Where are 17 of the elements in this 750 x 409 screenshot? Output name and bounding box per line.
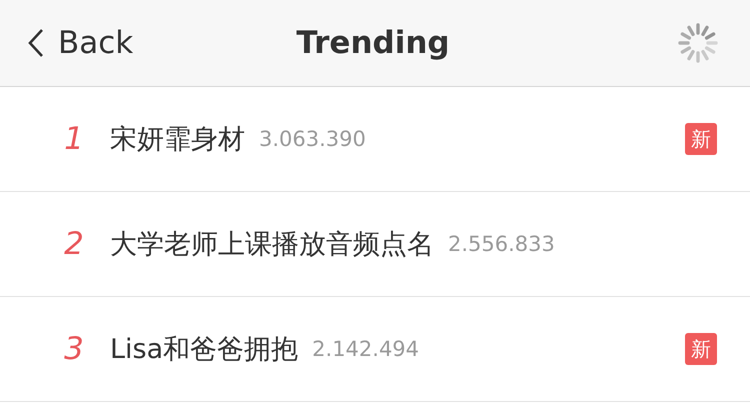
topic-title: Lisa和爸爸拥抱 [110,333,298,367]
back-button[interactable]: Back [28,25,134,61]
rank-number: 3 [63,331,85,367]
view-count: 3.063.390 [259,127,366,151]
topic-title: 大学老师上课播放音频点名 [110,228,434,262]
new-badge: 新 [685,123,717,155]
chevron-left-icon [28,28,44,58]
new-badge: 新 [685,333,717,365]
trending-item[interactable]: 3 Lisa和爸爸拥抱 2.142.494 新 [0,297,750,402]
view-count: 2.556.833 [448,232,555,256]
view-count: 2.142.494 [312,337,420,361]
page-title: Trending [296,25,450,61]
topic-title: 宋妍霏身材 [110,123,245,157]
rank-number: 1 [63,121,85,157]
trending-item[interactable]: 2 大学老师上课播放音频点名 2.556.833 [0,192,750,297]
rank-number: 2 [63,226,85,262]
trending-item[interactable]: 1 宋妍霏身材 3.063.390 新 [0,87,750,192]
